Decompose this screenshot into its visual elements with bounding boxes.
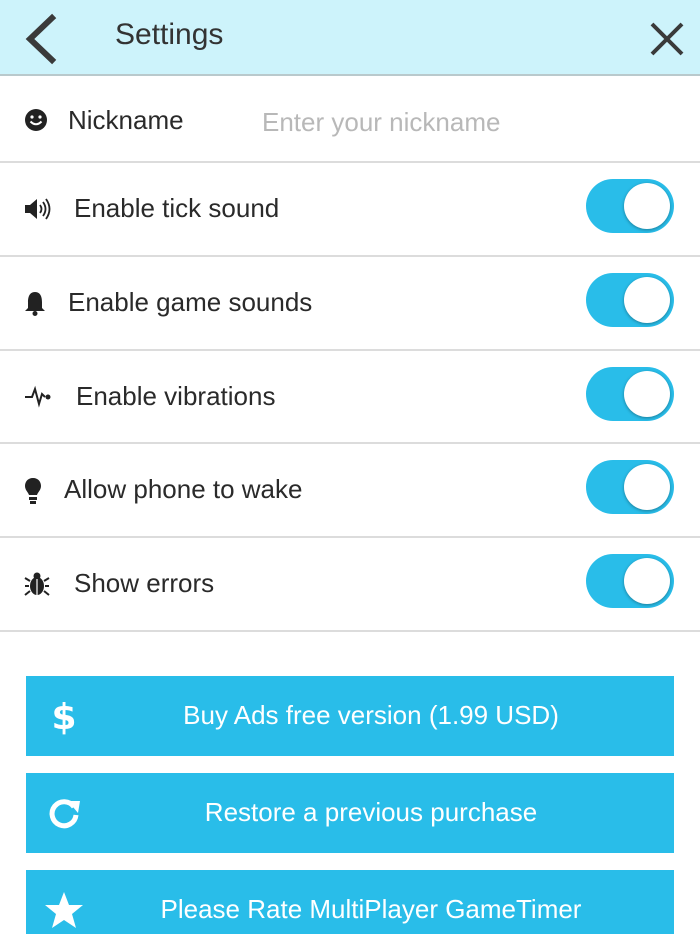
setting-row-show-errors: Show errors	[0, 538, 700, 632]
back-button[interactable]	[18, 12, 68, 66]
setting-row-phone-wake: Allow phone to wake	[0, 444, 700, 538]
bell-icon	[25, 292, 45, 316]
speaker-icon	[25, 198, 51, 220]
toggle-phone-wake[interactable]	[586, 460, 674, 514]
close-icon	[650, 22, 684, 56]
toggle-knob	[624, 558, 670, 604]
toggle-show-errors[interactable]	[586, 554, 674, 608]
toggle-knob	[624, 371, 670, 417]
setting-label-phone-wake: Allow phone to wake	[64, 474, 303, 504]
setting-label-show-errors: Show errors	[74, 568, 215, 598]
restore-purchase-button[interactable]: Restore a previous purchase	[26, 773, 674, 853]
toggle-knob	[624, 277, 670, 323]
setting-label-vibrations: Enable vibrations	[76, 381, 276, 411]
setting-row-tick-sound: Enable tick sound	[0, 163, 700, 257]
lightbulb-icon	[25, 478, 41, 504]
toggle-knob	[624, 464, 670, 510]
page-title: Settings	[115, 18, 224, 51]
setting-label-game-sounds: Enable game sounds	[68, 287, 313, 317]
setting-label-tick-sound: Enable tick sound	[74, 193, 280, 223]
buy-ads-free-label: Buy Ads free version (1.99 USD)	[183, 700, 559, 730]
nickname-input[interactable]	[262, 102, 682, 142]
toggle-game-sounds[interactable]	[586, 273, 674, 327]
setting-row-vibrations: Enable vibrations	[0, 351, 700, 444]
toggle-vibrations[interactable]	[586, 367, 674, 421]
setting-row-game-sounds: Enable game sounds	[0, 257, 700, 351]
restore-purchase-label: Restore a previous purchase	[204, 797, 538, 827]
close-button[interactable]	[644, 16, 690, 62]
bug-icon	[24, 572, 50, 596]
pulse-icon	[25, 385, 51, 408]
header-bar: Settings	[0, 0, 700, 76]
chevron-left-icon	[25, 13, 57, 65]
nickname-label: Nickname	[68, 105, 184, 135]
smiley-icon	[25, 109, 47, 131]
toggle-tick-sound[interactable]	[586, 179, 674, 233]
toggle-knob	[624, 183, 670, 229]
buy-ads-free-button[interactable]: $ Buy Ads free version (1.99 USD)	[26, 676, 674, 756]
rate-app-button[interactable]: Please Rate MultiPlayer GameTimer	[26, 870, 674, 934]
rate-app-label: Please Rate MultiPlayer GameTimer	[160, 894, 582, 924]
